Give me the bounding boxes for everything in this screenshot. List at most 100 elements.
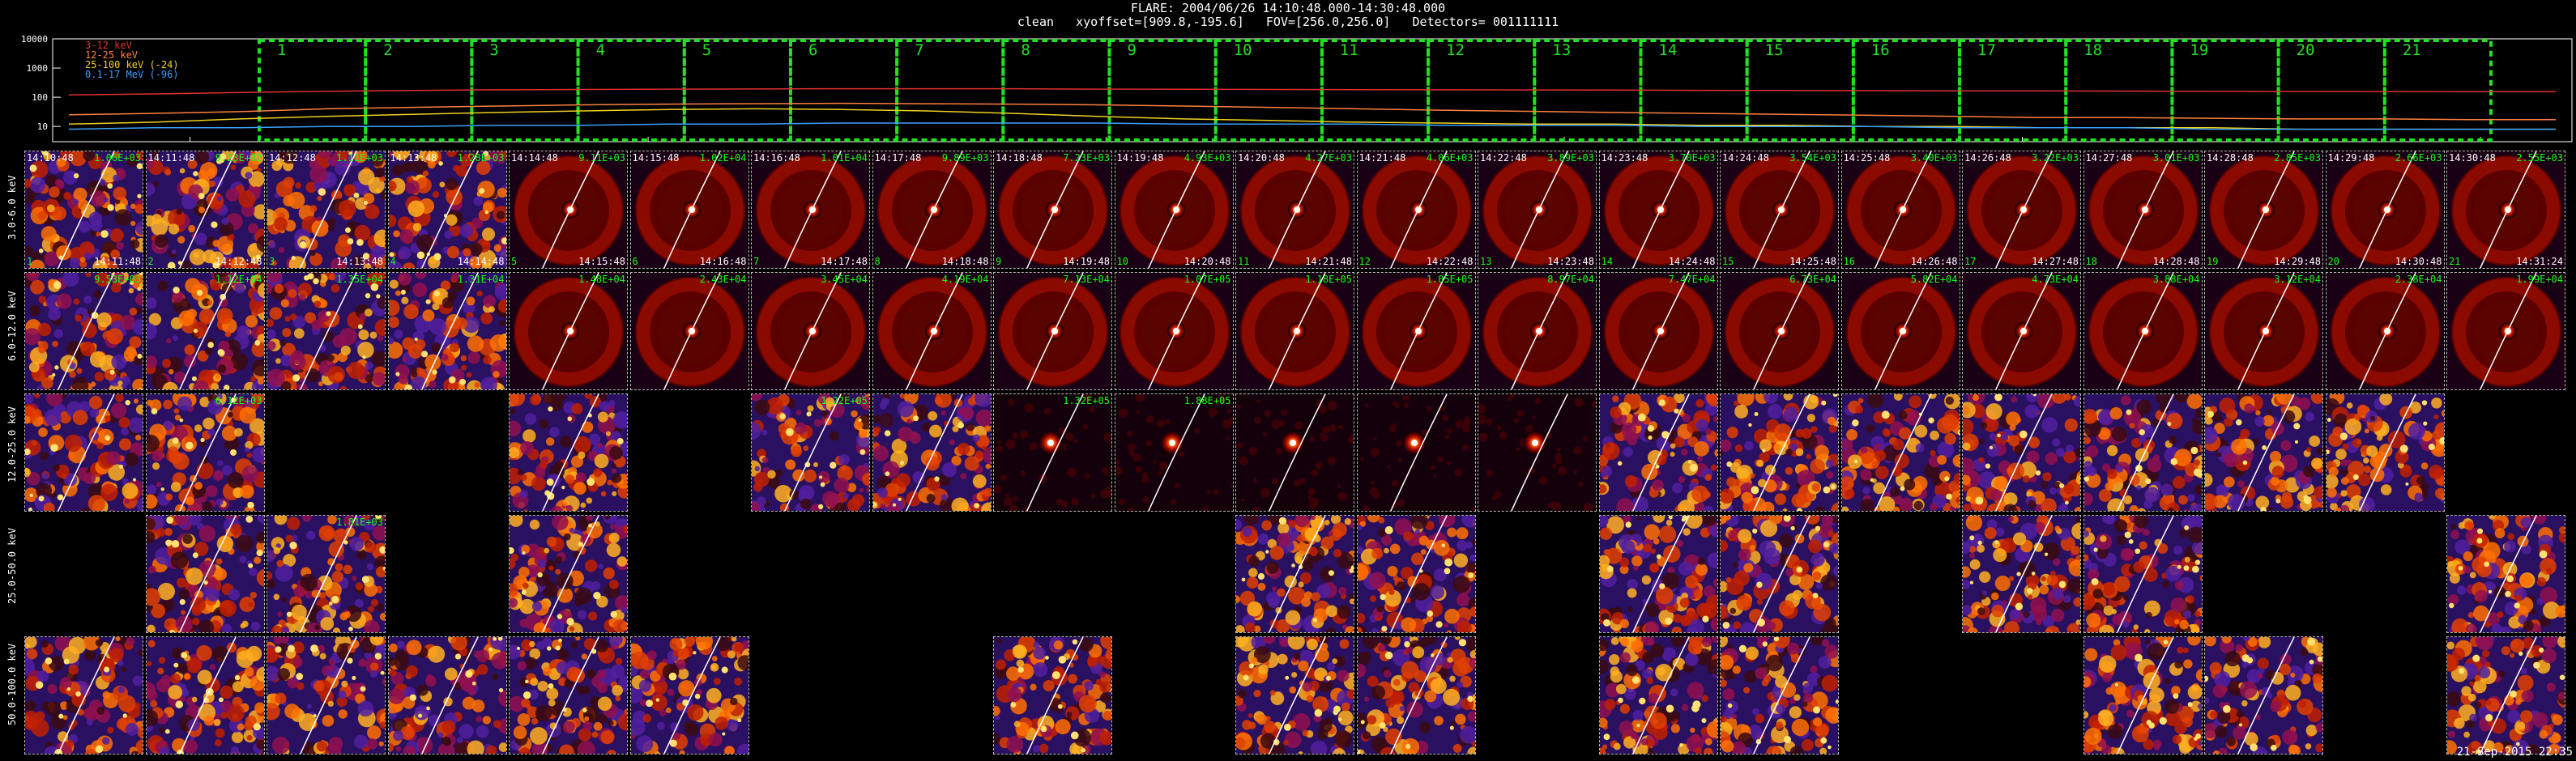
- x-tick-label: 14:32: [2468, 145, 2493, 146]
- tile-image: [2205, 273, 2322, 389]
- tile-image: [2447, 151, 2565, 268]
- x-tick-label: 14:20: [1094, 145, 1118, 146]
- image-tile: 14:11:48 14:12:48 2 9.23E+02: [145, 151, 265, 269]
- interval-label: 18: [2083, 41, 2102, 59]
- interval-box: [682, 39, 792, 142]
- image-tile: [1598, 515, 1718, 633]
- tile-peak-flux: 2.43E+04: [699, 274, 747, 285]
- tile-image: [1115, 151, 1233, 268]
- tile-image: [1721, 516, 1838, 632]
- tile-peak-flux: 1.22E+05: [821, 395, 868, 406]
- image-tile: [1478, 393, 1597, 512]
- image-tile: [2083, 636, 2203, 755]
- tile-image: [2326, 273, 2444, 389]
- y-tick-label: 1000: [27, 63, 49, 74]
- tile-end-time: 14:31:24: [2516, 256, 2563, 267]
- image-tile: 1.88E+05: [1114, 393, 1234, 512]
- tile-index: 21: [2449, 256, 2461, 267]
- tile-start-time: 14:24:48: [1722, 152, 1769, 164]
- image-tile: [387, 636, 507, 755]
- interval-label: 5: [702, 41, 711, 59]
- interval-box: [788, 39, 899, 142]
- image-tile: 1.81E+03: [267, 515, 386, 633]
- tile-image: [510, 151, 627, 268]
- interval-label: 10: [1234, 41, 1252, 59]
- band-label: 6.0-12.0 keV: [6, 291, 18, 361]
- image-tile: 6.73E+04: [1720, 272, 1839, 390]
- image-tile: 14:17:48 14:18:48 8 9.89E+03: [872, 151, 992, 269]
- tile-image: [1841, 394, 1960, 511]
- tile-end-time: 14:29:48: [2274, 256, 2321, 267]
- image-tile: [2446, 636, 2565, 755]
- tile-image: [1236, 516, 1354, 632]
- tile-peak-flux: 4.19E+04: [941, 274, 989, 285]
- image-tile: [1598, 393, 1718, 512]
- tile-image: [752, 394, 869, 511]
- flare-title: FLARE: 2004/06/26 14:10:48.000-14:30:48.…: [1130, 1, 1446, 15]
- tile-start-time: 14:17:48: [874, 152, 922, 164]
- tile-image: [1963, 394, 2080, 511]
- tile-peak-flux: 1.48E+04: [578, 274, 625, 285]
- series-line: [68, 87, 2556, 96]
- tile-start-time: 14:15:48: [632, 152, 680, 164]
- tile-peak-flux: 3.01E+03: [2152, 152, 2200, 164]
- tile-image: [1841, 151, 1960, 268]
- interval-label: 8: [1021, 41, 1030, 59]
- tile-image: [25, 637, 143, 754]
- tile-index: 14: [1601, 256, 1613, 267]
- image-tile: 14:16:48 14:17:48 7 1.01E+04: [751, 151, 870, 269]
- tile-peak-flux: 1.32E+05: [1063, 395, 1110, 406]
- tile-start-time: 14:14:48: [511, 152, 558, 164]
- tile-start-time: 14:23:48: [1601, 152, 1648, 164]
- image-tile: [2204, 393, 2323, 512]
- lightcurve-panel: 10000 1000 100 10 14:12 14:16 14:20 14:24 14:28 1…: [21, 34, 2573, 146]
- series-line: [68, 122, 2556, 130]
- tile-image: [146, 273, 264, 389]
- tile-image: [1115, 394, 1233, 511]
- image-tile: 2.38E+04: [2325, 272, 2445, 390]
- image-tile: 14:29:48 14:30:48 20 2.66E+03: [2325, 151, 2445, 269]
- tile-image: [630, 637, 748, 754]
- interval-box: [1958, 39, 2068, 142]
- image-tile: [24, 636, 143, 755]
- tile-image: [994, 273, 1111, 389]
- tile-peak-flux: 1.06E+03: [94, 152, 141, 164]
- tile-peak-flux: 6.12E+03: [215, 395, 262, 406]
- interval-label: 1: [277, 41, 286, 59]
- interval-label: 15: [1765, 41, 1784, 59]
- interval-label: 9: [1128, 41, 1137, 59]
- x-tick-label: 14:12: [178, 145, 203, 146]
- y-tick-label: 10: [37, 121, 48, 132]
- interval-label: 4: [596, 41, 605, 59]
- tile-index: 12: [1358, 256, 1371, 267]
- image-tile: [509, 393, 628, 512]
- interval-box: [258, 39, 368, 142]
- tile-image: [1721, 273, 1838, 389]
- tile-peak-flux: 7.23E+03: [1063, 152, 1110, 164]
- image-tile: [1356, 515, 1476, 633]
- tile-image: [2326, 151, 2444, 268]
- image-tile: 14:22:48 14:23:48 13 3.89E+03: [1478, 151, 1597, 269]
- tile-image: [146, 151, 264, 268]
- tile-image: [1963, 273, 2080, 389]
- tile-peak-flux: 1.31E+04: [457, 274, 505, 285]
- tile-index: 10: [1116, 256, 1128, 267]
- image-tile: [145, 636, 265, 755]
- tile-index: 9: [996, 256, 1002, 267]
- tile-image: [1478, 151, 1596, 268]
- band-label: 3.0-6.0 keV: [6, 175, 18, 240]
- image-tile: 3.12E+04: [2204, 272, 2323, 390]
- image-tile: [509, 636, 628, 755]
- tile-image: [1599, 637, 1717, 754]
- tile-peak-flux: 3.40E+03: [1910, 152, 1958, 164]
- image-tile: [1235, 393, 1354, 512]
- image-tile: [1598, 636, 1718, 755]
- tile-end-time: 14:13:48: [336, 256, 383, 267]
- image-tile: 14:13:48 14:14:48 4 1.28E+03: [387, 151, 507, 269]
- image-tile: [145, 515, 265, 633]
- band-label: 50.0-100.0 keV: [6, 643, 18, 725]
- tile-start-time: 14:11:48: [147, 152, 195, 164]
- legend-entry: 0.1-17 MeV (-96): [85, 69, 179, 80]
- tile-image: [1599, 273, 1717, 389]
- image-tile: [509, 515, 628, 633]
